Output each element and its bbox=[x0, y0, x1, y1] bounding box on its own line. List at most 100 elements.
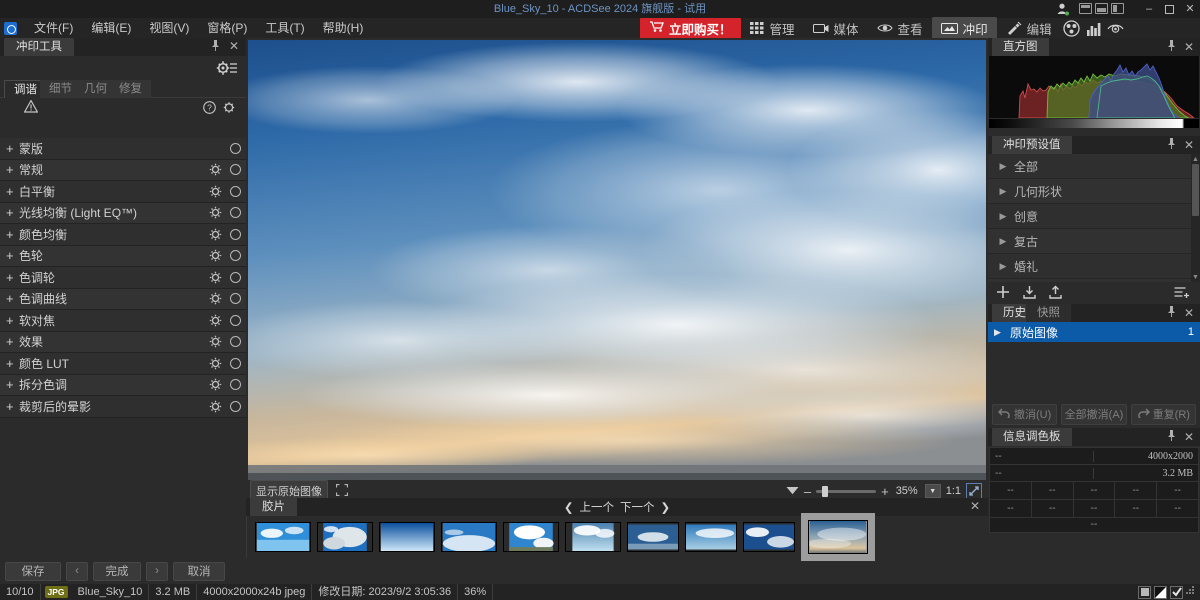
prev-arrow-icon[interactable]: ❮ bbox=[564, 500, 574, 514]
tool-row-color-eq[interactable]: + 颜色均衡 bbox=[0, 224, 246, 246]
layout-top-icon[interactable] bbox=[1079, 3, 1092, 14]
buy-now-button[interactable]: 立即购买！ bbox=[640, 18, 741, 39]
next-arrow-icon[interactable]: ❯ bbox=[661, 500, 671, 514]
export-icon[interactable] bbox=[1049, 285, 1062, 302]
mode-manage[interactable]: 管理 bbox=[741, 17, 804, 40]
preset-row-creative[interactable]: ▶ 创意 bbox=[988, 204, 1200, 229]
thumb-6[interactable] bbox=[565, 522, 621, 552]
tool-row-soft-focus[interactable]: + 软对焦 bbox=[0, 310, 246, 332]
mode-edit[interactable]: 编辑 bbox=[997, 17, 1061, 40]
tool-row-mask[interactable]: + 蒙版 bbox=[0, 138, 246, 160]
preset-row-geometric[interactable]: ▶ 几何形状 bbox=[988, 179, 1200, 204]
filmstrip-close-icon[interactable]: ✕ bbox=[970, 499, 980, 513]
tool-row-light-eq[interactable]: + 光线均衡 (Light EQ™) bbox=[0, 203, 246, 225]
view-single-icon[interactable] bbox=[1138, 586, 1151, 599]
menu-help[interactable]: 帮助(H) bbox=[314, 18, 373, 38]
zoom-in-button[interactable]: + bbox=[881, 484, 889, 499]
tool-row-split-tone[interactable]: + 拆分色调 bbox=[0, 375, 246, 397]
tool-row-color-wheel[interactable]: + 色轮 bbox=[0, 246, 246, 268]
tool-row-tone-curve[interactable]: + 色调曲线 bbox=[0, 289, 246, 311]
tool-gear-icon[interactable] bbox=[206, 206, 224, 219]
thumb-3[interactable] bbox=[379, 522, 435, 552]
thumb-2[interactable] bbox=[317, 522, 373, 552]
tool-toggle-circle[interactable] bbox=[224, 379, 246, 390]
undo-all-button[interactable]: 全部撤消(A) bbox=[1061, 404, 1126, 425]
close-icon[interactable]: ✕ bbox=[229, 40, 239, 52]
tool-gear-icon[interactable] bbox=[206, 400, 224, 413]
pin-icon[interactable] bbox=[1167, 306, 1176, 320]
pin-icon[interactable] bbox=[1167, 430, 1176, 444]
tool-toggle-circle[interactable] bbox=[224, 315, 246, 326]
zoom-dropdown-icon[interactable] bbox=[786, 484, 799, 498]
menu-file[interactable]: 文件(F) bbox=[25, 18, 82, 38]
tool-gear-icon[interactable] bbox=[206, 314, 224, 327]
tool-row-effects[interactable]: + 效果 bbox=[0, 332, 246, 354]
tool-gear-icon[interactable] bbox=[206, 185, 224, 198]
layout-buttons[interactable] bbox=[1079, 3, 1124, 14]
eye-preview-icon[interactable] bbox=[1105, 17, 1127, 39]
tool-gear-icon[interactable] bbox=[206, 163, 224, 176]
close-icon[interactable]: ✕ bbox=[1184, 40, 1194, 54]
zoom-slider-handle[interactable] bbox=[822, 486, 828, 497]
redo-button[interactable]: 重复(R) bbox=[1131, 404, 1196, 425]
save-button[interactable]: 保存 bbox=[5, 562, 61, 581]
thumb-1[interactable] bbox=[255, 522, 311, 552]
mode-develop[interactable]: 冲印 bbox=[932, 17, 997, 40]
menu-pane[interactable]: 窗格(P) bbox=[198, 18, 256, 38]
thumb-9[interactable] bbox=[743, 522, 795, 552]
tool-toggle-circle[interactable] bbox=[224, 272, 246, 283]
tool-toggle-circle[interactable] bbox=[224, 250, 246, 261]
tool-row-white-balance[interactable]: + 白平衡 bbox=[0, 181, 246, 203]
thumb-8[interactable] bbox=[685, 522, 737, 552]
tool-gear-icon[interactable] bbox=[206, 357, 224, 370]
menu-view[interactable]: 视图(V) bbox=[140, 18, 198, 38]
histogram-icon[interactable] bbox=[1083, 17, 1105, 39]
tool-toggle-circle[interactable] bbox=[224, 143, 246, 154]
done-button[interactable]: 完成 bbox=[93, 562, 141, 581]
tool-gear-icon[interactable] bbox=[206, 378, 224, 391]
account-icon[interactable] bbox=[1056, 2, 1070, 16]
tool-gear-icon[interactable] bbox=[206, 271, 224, 284]
pin-icon[interactable] bbox=[1167, 40, 1176, 54]
import-icon[interactable] bbox=[1023, 285, 1036, 302]
preset-row-all[interactable]: ▶ 全部 bbox=[988, 154, 1200, 179]
tool-toggle-circle[interactable] bbox=[224, 207, 246, 218]
settings-gear-icon[interactable] bbox=[223, 101, 237, 117]
tool-toggle-circle[interactable] bbox=[224, 164, 246, 175]
menu-tools[interactable]: 工具(T) bbox=[256, 18, 313, 38]
pin-icon[interactable] bbox=[211, 40, 220, 54]
tool-gear-icon[interactable] bbox=[206, 292, 224, 305]
mode-media[interactable]: 媒体 bbox=[804, 17, 868, 40]
layout-bottom-icon[interactable] bbox=[1095, 3, 1108, 14]
close-icon[interactable]: ✕ bbox=[1184, 138, 1194, 152]
tool-gear-icon[interactable] bbox=[206, 335, 224, 348]
fit-to-window-icon[interactable] bbox=[966, 483, 982, 499]
tool-row-color-lut[interactable]: + 颜色 LUT bbox=[0, 353, 246, 375]
tool-row-tone-wheel[interactable]: + 色调轮 bbox=[0, 267, 246, 289]
menu-edit[interactable]: 编辑(E) bbox=[82, 18, 140, 38]
tool-toggle-circle[interactable] bbox=[224, 293, 246, 304]
scroll-up-icon[interactable]: ▲ bbox=[1191, 154, 1200, 164]
presets-tab-title[interactable]: 冲印预设值 bbox=[992, 136, 1072, 154]
preset-row-wedding[interactable]: ▶ 婚礼 bbox=[988, 254, 1200, 279]
thumb-10[interactable] bbox=[801, 513, 875, 561]
scroll-down-icon[interactable]: ▼ bbox=[1191, 272, 1200, 282]
prev-label[interactable]: 上一个 bbox=[580, 499, 615, 515]
next-label[interactable]: 下一个 bbox=[620, 499, 655, 515]
gear-list-icon[interactable] bbox=[216, 60, 238, 79]
tool-toggle-circle[interactable] bbox=[224, 401, 246, 412]
scrollbar-thumb[interactable] bbox=[1192, 164, 1199, 216]
zoom-slider[interactable] bbox=[816, 490, 876, 493]
tool-gear-icon[interactable] bbox=[206, 228, 224, 241]
help-icon[interactable]: ? bbox=[203, 101, 216, 117]
next-button[interactable]: › bbox=[146, 562, 168, 581]
tool-row-post-crop-vignette[interactable]: + 裁剪后的晕影 bbox=[0, 396, 246, 418]
thumb-7[interactable] bbox=[627, 522, 679, 552]
options-icon[interactable] bbox=[1174, 286, 1190, 301]
zoom-preset-dropdown[interactable]: ▼ bbox=[925, 484, 941, 498]
left-panel-tab-title[interactable]: 冲印工具 bbox=[4, 38, 74, 56]
close-icon[interactable]: ✕ bbox=[1184, 306, 1194, 320]
histogram-tab-title[interactable]: 直方图 bbox=[992, 38, 1049, 56]
close-icon[interactable]: ✕ bbox=[1184, 430, 1194, 444]
info-palette-tab-title[interactable]: 信息调色板 bbox=[992, 428, 1072, 446]
